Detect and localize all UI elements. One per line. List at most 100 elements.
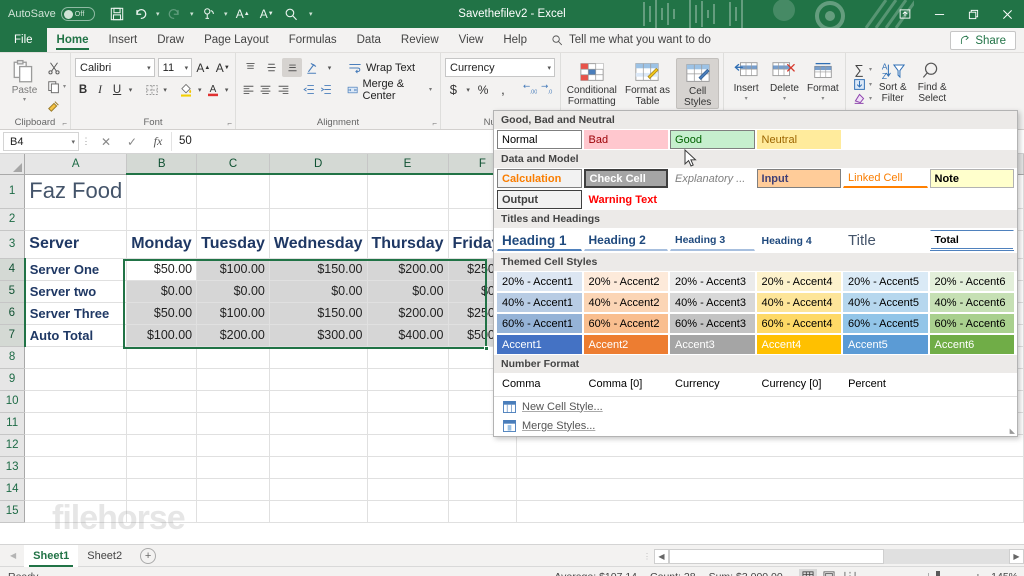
cell-b10[interactable] <box>126 390 198 413</box>
style-normal[interactable]: Normal <box>497 130 582 149</box>
cell-c13[interactable] <box>196 456 270 479</box>
style-40-accent5[interactable]: 40% - Accent5 <box>843 293 928 312</box>
style-60-accent5[interactable]: 60% - Accent5 <box>843 314 928 333</box>
bold-button[interactable]: B <box>75 80 91 99</box>
merge-center-dropdown-icon[interactable]: ▾ <box>429 86 432 93</box>
save-icon[interactable] <box>105 2 129 26</box>
cell-b6[interactable]: $50.00 <box>126 302 198 325</box>
style-accent4[interactable]: Accent4 <box>756 335 841 354</box>
style-title[interactable]: Title <box>843 230 928 251</box>
merge-center-button[interactable]: Merge & Center ▾ <box>343 78 436 102</box>
align-middle-button[interactable] <box>261 58 281 77</box>
style-check-cell[interactable]: Check Cell <box>583 169 669 188</box>
formula-bar-grip[interactable]: ⋮ <box>79 136 93 147</box>
row-header-4[interactable]: 4 <box>0 258 26 281</box>
cell-b7[interactable]: $100.00 <box>126 324 198 347</box>
conditional-formatting-button[interactable]: Conditional Formatting <box>565 58 619 109</box>
tab-file[interactable]: File <box>0 28 47 52</box>
cell-b4[interactable]: $50.00 <box>126 258 198 281</box>
new-cell-style-menu-item[interactable]: New Cell Style... <box>494 397 1017 416</box>
shrink-font-button[interactable]: A ▼ <box>215 58 231 77</box>
row-header-2[interactable]: 2 <box>0 208 26 231</box>
row-header-9[interactable]: 9 <box>0 368 26 391</box>
cell-a3[interactable]: Server <box>24 230 128 259</box>
cell-d1[interactable] <box>269 174 368 209</box>
font-name-combo[interactable]: Calibri ▾ <box>75 58 155 77</box>
cell-e6[interactable]: $200.00 <box>367 302 449 325</box>
cell-a8[interactable] <box>24 346 128 369</box>
cell-b5[interactable]: $0.00 <box>126 280 198 303</box>
cell-g15[interactable] <box>516 500 1024 523</box>
cell-f13[interactable] <box>448 456 518 479</box>
style-heading-2[interactable]: Heading 2 <box>583 230 668 251</box>
delete-dropdown-icon[interactable]: ▾ <box>783 94 786 105</box>
tab-data[interactable]: Data <box>347 28 391 52</box>
zoom-in-button[interactable]: + <box>975 571 981 576</box>
gallery-resize-grip[interactable]: ◣ <box>1010 427 1015 435</box>
cell-e3[interactable]: Thursday <box>367 230 449 259</box>
tab-view[interactable]: View <box>449 28 494 52</box>
autosave-toggle[interactable]: AutoSave Off <box>8 7 95 21</box>
format-painter-button[interactable] <box>47 97 66 114</box>
name-box-dropdown-icon[interactable]: ▾ <box>71 138 75 146</box>
cell-c8[interactable] <box>196 346 270 369</box>
cell-c4[interactable]: $100.00 <box>196 258 270 281</box>
cell-d7[interactable]: $300.00 <box>269 324 368 347</box>
tab-review[interactable]: Review <box>391 28 449 52</box>
normal-view-icon[interactable] <box>798 568 817 576</box>
row-header-10[interactable]: 10 <box>0 390 26 413</box>
decrease-font-size-icon[interactable]: A ▼ <box>255 2 279 26</box>
cell-a13[interactable] <box>24 456 128 479</box>
cell-a9[interactable] <box>24 368 128 391</box>
page-break-preview-icon[interactable] <box>841 569 859 576</box>
zoom-slider-knob[interactable] <box>935 571 940 576</box>
cell-a15[interactable] <box>24 500 128 523</box>
style-currency[interactable]: Currency <box>670 374 755 393</box>
cell-b1[interactable] <box>126 174 198 209</box>
increase-indent-button[interactable] <box>318 80 335 99</box>
tab-page-layout[interactable]: Page Layout <box>194 28 279 52</box>
accounting-dropdown-icon[interactable]: ▾ <box>464 80 473 99</box>
name-box[interactable]: B4 ▾ <box>3 132 79 151</box>
insert-function-button[interactable]: fx <box>145 134 171 149</box>
page-layout-view-icon[interactable] <box>820 569 838 576</box>
cell-d13[interactable] <box>269 456 368 479</box>
clear-dropdown-icon[interactable]: ▾ <box>869 95 872 102</box>
paste-button[interactable]: Paste ▾ <box>4 56 45 114</box>
style-60-accent4[interactable]: 60% - Accent4 <box>756 314 841 333</box>
copy-dropdown-icon[interactable]: ▾ <box>63 83 66 90</box>
cell-a6[interactable]: Server Three <box>24 302 128 325</box>
cell-d8[interactable] <box>269 346 368 369</box>
clear-button[interactable]: ▾ <box>850 92 872 105</box>
cell-d4[interactable]: $150.00 <box>269 258 368 281</box>
style-currency-0[interactable]: Currency [0] <box>756 374 842 393</box>
tell-me-search[interactable]: Tell me what you want to do <box>551 28 711 52</box>
row-header-14[interactable]: 14 <box>0 478 26 501</box>
minimize-button[interactable] <box>922 0 956 28</box>
row-header-15[interactable]: 15 <box>0 500 26 523</box>
share-button[interactable]: Share <box>950 31 1016 50</box>
cell-b12[interactable] <box>126 434 198 457</box>
style-40-accent2[interactable]: 40% - Accent2 <box>583 293 668 312</box>
borders-dropdown-icon[interactable]: ▾ <box>161 80 170 99</box>
style-20-accent3[interactable]: 20% - Accent3 <box>670 272 755 291</box>
cell-c6[interactable]: $100.00 <box>196 302 270 325</box>
fill-button[interactable]: ▾ <box>850 78 872 91</box>
cell-c11[interactable] <box>196 412 270 435</box>
style-20-accent4[interactable]: 20% - Accent4 <box>756 272 841 291</box>
comma-style-button[interactable]: , <box>493 80 510 99</box>
italic-button[interactable]: I <box>92 80 108 99</box>
prev-sheet-button[interactable]: ◀ <box>10 551 16 560</box>
style-60-accent3[interactable]: 60% - Accent3 <box>670 314 755 333</box>
cell-e9[interactable] <box>367 368 449 391</box>
cell-d5[interactable]: $0.00 <box>269 280 368 303</box>
find-select-button[interactable]: Find & Select <box>914 59 951 105</box>
autosum-button[interactable]: ∑ ▾ <box>850 62 872 77</box>
column-header-b[interactable]: B <box>126 154 198 175</box>
style-accent2[interactable]: Accent2 <box>583 335 668 354</box>
cell-c1[interactable] <box>196 174 270 209</box>
format-as-table-button[interactable]: Format as Table <box>621 58 675 109</box>
cell-a12[interactable] <box>24 434 128 457</box>
tab-draw[interactable]: Draw <box>147 28 194 52</box>
cell-e15[interactable] <box>367 500 449 523</box>
